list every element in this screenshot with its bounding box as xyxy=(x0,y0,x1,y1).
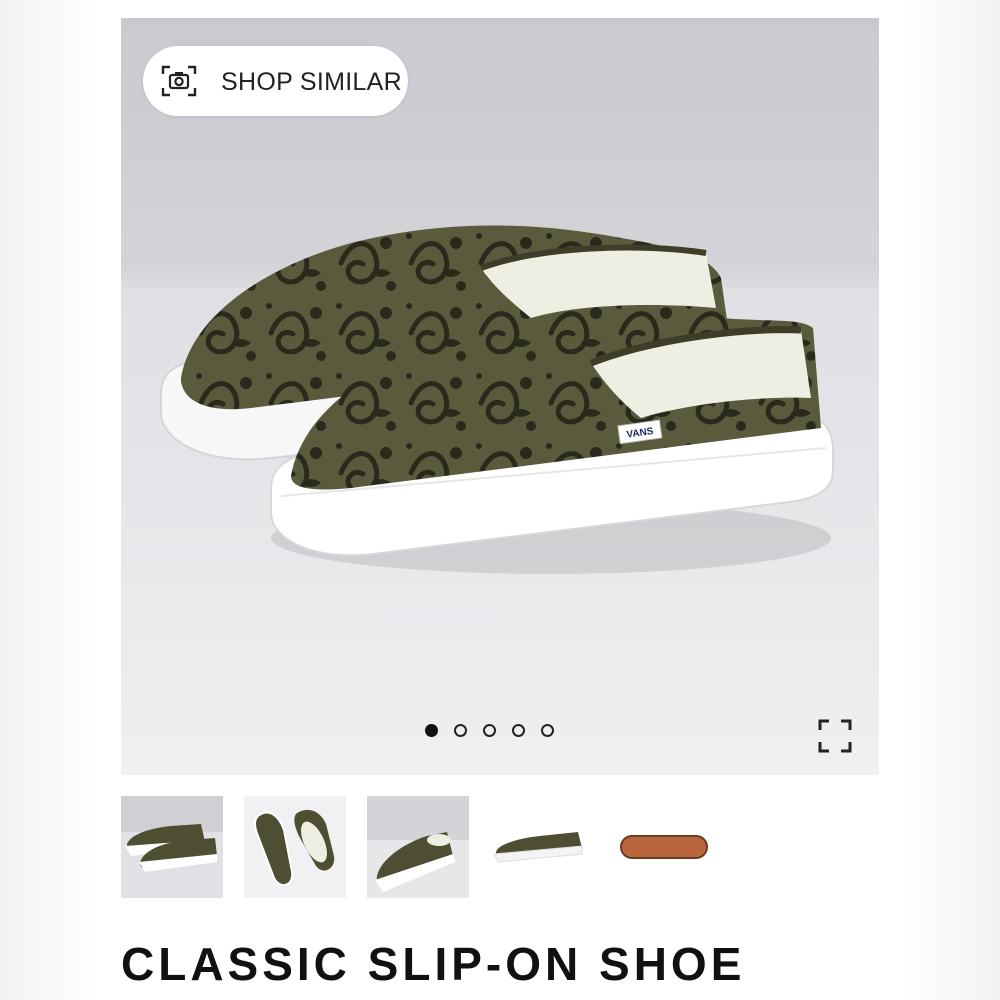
thumbnail-2[interactable] xyxy=(244,796,346,898)
carousel-dot[interactable] xyxy=(483,724,496,737)
thumbnail-image xyxy=(490,796,592,898)
thumbnail-strip xyxy=(121,796,721,900)
thumbnail-1[interactable] xyxy=(121,796,223,898)
carousel-dot[interactable] xyxy=(512,724,525,737)
carousel-pagination xyxy=(425,724,554,744)
carousel-dot[interactable] xyxy=(541,724,554,737)
thumbnail-5[interactable] xyxy=(613,796,715,898)
product-hero-image[interactable]: VANS SHOP SIMILAR xyxy=(121,18,879,775)
thumbnail-3[interactable] xyxy=(367,796,469,898)
carousel-dot[interactable] xyxy=(454,724,467,737)
fullscreen-expand-icon[interactable] xyxy=(817,718,853,754)
page-left-gutter xyxy=(0,0,100,1000)
page-right-gutter xyxy=(900,0,1000,1000)
shoe-pair-illustration: VANS xyxy=(160,225,834,574)
camera-scan-icon xyxy=(161,65,197,97)
thumbnail-4[interactable] xyxy=(490,796,592,898)
shop-similar-button[interactable]: SHOP SIMILAR xyxy=(143,46,408,116)
thumbnail-image xyxy=(244,796,346,898)
shop-similar-label: SHOP SIMILAR xyxy=(221,68,402,96)
carousel-dot[interactable] xyxy=(425,724,438,737)
thumbnail-image xyxy=(613,796,715,898)
thumbnail-image xyxy=(121,796,223,898)
product-title: CLASSIC SLIP-ON SHOE xyxy=(121,938,746,990)
thumbnail-image xyxy=(367,796,469,898)
